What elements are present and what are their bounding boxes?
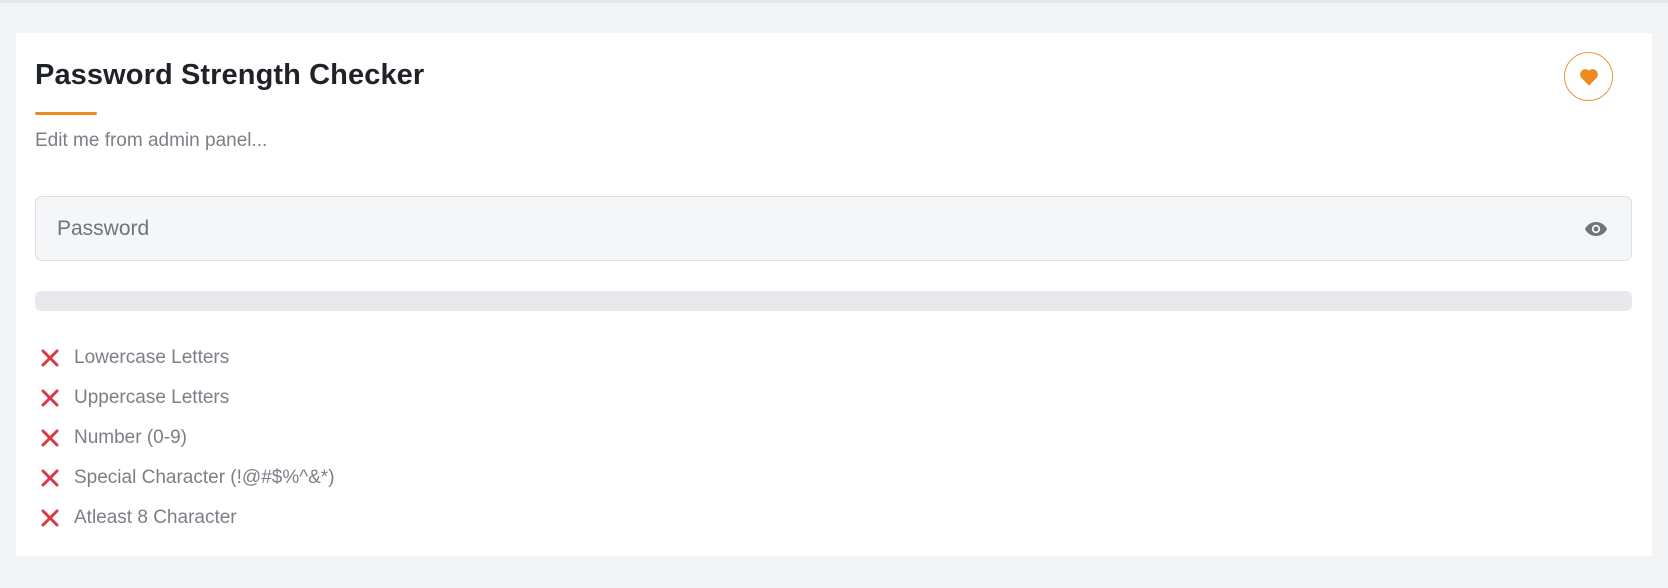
criteria-label: Number (0-9): [74, 427, 187, 448]
criteria-item: Number (0-9): [40, 418, 335, 458]
heart-icon: [1579, 68, 1598, 86]
page-subtitle: Edit me from admin panel...: [35, 130, 268, 151]
eye-icon: [1585, 222, 1607, 236]
x-icon: [40, 388, 60, 408]
criteria-item: Atleast 8 Character: [40, 498, 335, 538]
criteria-label: Lowercase Letters: [74, 347, 230, 368]
criteria-item: Special Character (!@#$%^&*): [40, 458, 335, 498]
x-icon: [40, 428, 60, 448]
x-icon: [40, 468, 60, 488]
strength-meter: [35, 291, 1632, 311]
x-icon: [40, 508, 60, 528]
criteria-label: Atleast 8 Character: [74, 507, 237, 528]
page-title: Password Strength Checker: [35, 59, 425, 91]
criteria-item: Lowercase Letters: [40, 338, 335, 378]
title-underline: [35, 112, 97, 115]
x-icon: [40, 348, 60, 368]
top-border: [0, 0, 1668, 3]
criteria-label: Uppercase Letters: [74, 387, 230, 408]
password-field: [35, 196, 1632, 261]
favorite-button[interactable]: [1564, 52, 1613, 101]
password-input[interactable]: [36, 197, 1631, 260]
password-checker-card: Password Strength Checker Edit me from a…: [16, 33, 1652, 556]
criteria-list: Lowercase Letters Uppercase Letters Numb…: [40, 338, 335, 538]
criteria-label: Special Character (!@#$%^&*): [74, 467, 335, 488]
criteria-item: Uppercase Letters: [40, 378, 335, 418]
toggle-visibility-button[interactable]: [1583, 217, 1609, 241]
